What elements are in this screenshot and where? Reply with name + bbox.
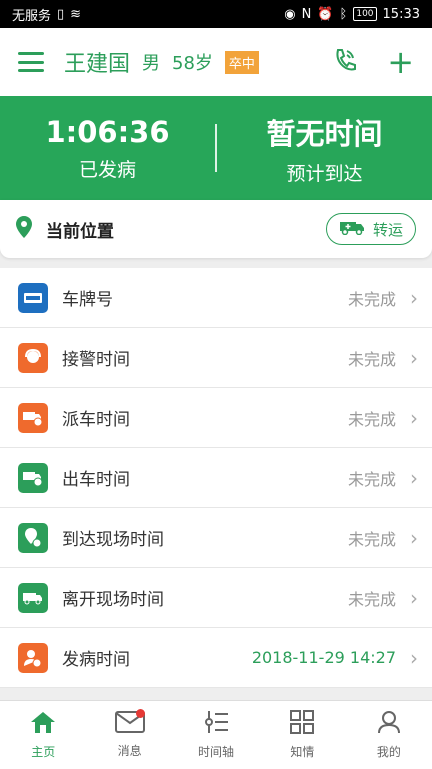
timeline-list: 车牌号 未完成 › 接警时间 未完成 › 派车时间 未完成 › 出车时间 未完成 › 到达现场时间 未完成…: [0, 268, 432, 688]
location-label: 当前位置: [46, 221, 114, 242]
list-item[interactable]: 到达现场时间 未完成 ›: [0, 508, 432, 568]
chevron-right-icon: ›: [410, 285, 418, 310]
eta-time: 暂无时间: [266, 116, 383, 151]
row-label: 到达现场时间: [62, 530, 164, 550]
phone-icon[interactable]: [333, 47, 357, 77]
bluetooth-icon: ᛒ: [339, 6, 348, 22]
person-clock-icon: [18, 642, 48, 673]
license-plate-icon: [18, 282, 48, 313]
row-value: 未完成: [347, 289, 396, 309]
row-label: 派车时间: [62, 410, 130, 430]
list-item[interactable]: 车牌号 未完成 ›: [0, 268, 432, 328]
patient-sex: 男: [142, 53, 161, 74]
tab-user[interactable]: 我的: [346, 701, 432, 769]
tab-label: 知情: [290, 745, 315, 759]
eye-icon: ◉: [284, 6, 296, 22]
row-label: 接警时间: [62, 350, 130, 370]
list-item[interactable]: 离开现场时间 未完成 ›: [0, 568, 432, 628]
ambulance-leave-icon: [18, 582, 48, 613]
list-item[interactable]: 派车时间 未完成 ›: [0, 388, 432, 448]
chevron-right-icon: ›: [410, 345, 418, 370]
tab-label: 我的: [376, 745, 401, 759]
user-icon: [377, 710, 401, 737]
battery-icon: 100: [353, 7, 377, 21]
eta-block: 暂无时间 预计到达: [217, 111, 432, 186]
tab-timeline[interactable]: 时间轴: [173, 701, 259, 769]
wifi-icon: ≋: [70, 6, 82, 22]
list-item[interactable]: 接警时间 未完成 ›: [0, 328, 432, 388]
tab-home[interactable]: 主页: [0, 701, 86, 769]
chevron-right-icon: ›: [410, 465, 418, 490]
menu-icon[interactable]: [18, 52, 44, 72]
timer-card: 1:06:36 已发病 暂无时间 预计到达: [0, 96, 432, 200]
call-agent-icon: [18, 342, 48, 373]
row-value: 未完成: [347, 349, 396, 369]
patient-name: 王建国: [64, 52, 131, 77]
carrier-text: 无服务: [12, 8, 52, 24]
row-value: 未完成: [347, 469, 396, 489]
elapsed-block: 1:06:36 已发病: [0, 115, 215, 182]
bottom-tab-bar: 主页 消息 时间轴 知情 我的: [0, 700, 432, 769]
status-bar: 无服务 ▯ ≋ ◉ N ⏰ ᛒ 100 15:33: [0, 0, 432, 28]
patient-age: 58岁: [172, 53, 213, 74]
transfer-button[interactable]: 转运: [325, 213, 416, 245]
app-header: 王建国 男 58岁 卒中 +: [0, 28, 432, 96]
elapsed-time: 1:06:36: [45, 114, 170, 149]
ambulance-depart-icon: [18, 462, 48, 493]
location-clock-icon: [18, 522, 48, 553]
list-item[interactable]: 发病时间 2018-11-29 14:27 ›: [0, 628, 432, 688]
location-pin-icon: [16, 216, 32, 242]
add-icon[interactable]: +: [387, 46, 414, 78]
list-item[interactable]: 出车时间 未完成 ›: [0, 448, 432, 508]
transfer-label: 转运: [372, 220, 403, 239]
location-card[interactable]: 当前位置 转运: [0, 200, 432, 258]
chevron-right-icon: ›: [410, 405, 418, 430]
chevron-right-icon: ›: [410, 585, 418, 610]
elapsed-label: 已发病: [78, 158, 136, 181]
row-label: 发病时间: [62, 650, 130, 670]
tab-label: 消息: [117, 744, 142, 758]
ambulance-icon: [339, 219, 365, 239]
tab-mail[interactable]: 消息: [86, 701, 172, 769]
row-value: 未完成: [347, 529, 396, 549]
tab-label: 主页: [31, 745, 56, 759]
home-icon: [29, 710, 57, 737]
nfc-icon: N: [301, 6, 312, 22]
alarm-icon: ⏰: [317, 6, 334, 22]
diagnosis-badge: 卒中: [224, 50, 259, 74]
timeline-icon: [203, 710, 229, 737]
row-value: 2018-11-29 14:27: [251, 648, 396, 667]
sim-icon: ▯: [57, 6, 65, 22]
tab-label: 时间轴: [198, 745, 235, 759]
row-label: 出车时间: [62, 470, 130, 490]
row-label: 车牌号: [62, 290, 113, 310]
grid-icon: [290, 710, 315, 737]
timer-divider: [215, 124, 217, 172]
clock-text: 15:33: [382, 6, 420, 22]
row-value: 未完成: [347, 409, 396, 429]
chevron-right-icon: ›: [410, 645, 418, 670]
ambulance-dispatch-icon: [18, 402, 48, 433]
row-value: 未完成: [347, 589, 396, 609]
eta-label: 预计到达: [286, 162, 363, 185]
chevron-right-icon: ›: [410, 525, 418, 550]
row-label: 离开现场时间: [62, 590, 164, 610]
tab-grid[interactable]: 知情: [259, 701, 345, 769]
